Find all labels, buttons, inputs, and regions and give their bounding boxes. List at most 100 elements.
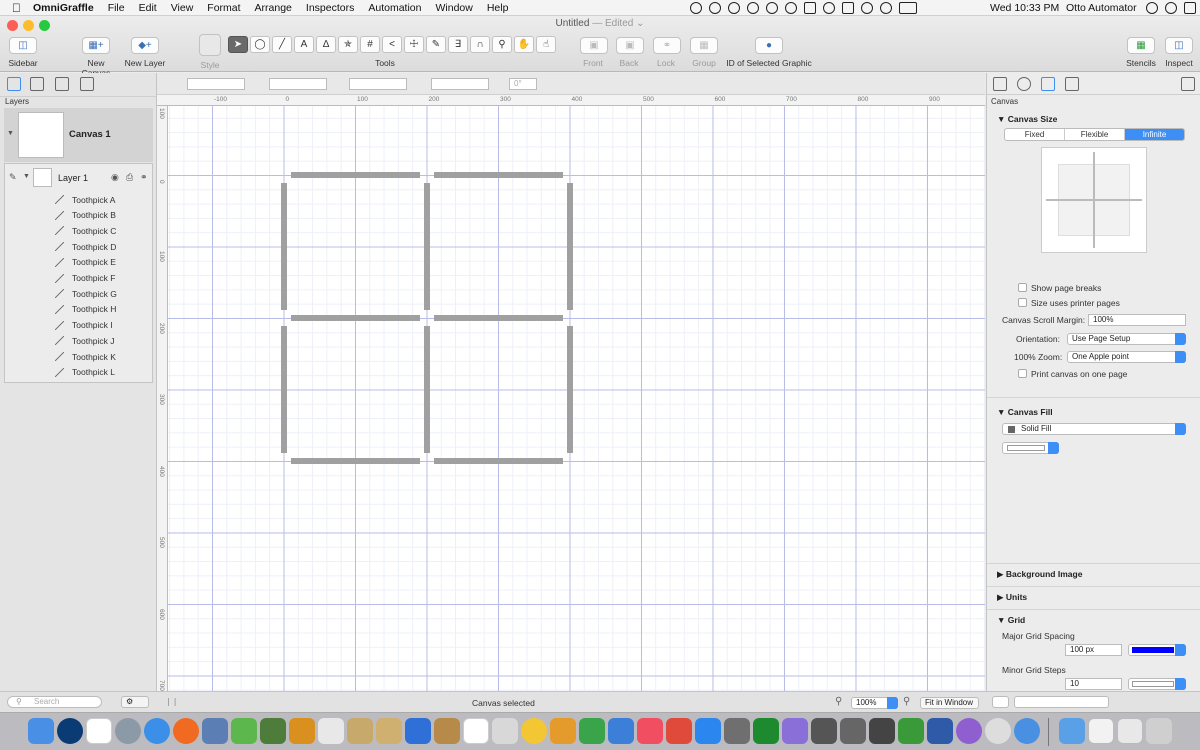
- wifi-icon[interactable]: [861, 2, 873, 14]
- grid-section[interactable]: ▼ Grid: [997, 615, 1025, 625]
- menu-inspectors[interactable]: Inspectors: [306, 2, 354, 14]
- xcode-icon[interactable]: [405, 718, 431, 744]
- numbers-icon[interactable]: [579, 718, 605, 744]
- browse-tool-icon[interactable]: ☝: [536, 36, 556, 53]
- object-inspector-icon[interactable]: [993, 77, 1007, 91]
- books-icon[interactable]: [666, 718, 692, 744]
- network-utility-icon[interactable]: [811, 718, 837, 744]
- script-editor-icon[interactable]: [347, 718, 373, 744]
- menu-view[interactable]: View: [171, 2, 194, 14]
- rotation-field[interactable]: 0°: [509, 78, 537, 90]
- style-tray-field[interactable]: [1014, 696, 1109, 708]
- minor-grid-field[interactable]: 10: [1065, 678, 1122, 690]
- toothpick-middle-right[interactable]: [434, 315, 563, 321]
- selection-tool-icon[interactable]: ➤: [228, 36, 248, 53]
- sync-icon[interactable]: [709, 2, 721, 14]
- gear-menu[interactable]: ⚙: [121, 696, 149, 708]
- fill-color-well[interactable]: [1002, 442, 1059, 454]
- toothpick-middle-left[interactable]: [291, 315, 420, 321]
- battery-icon[interactable]: [899, 2, 917, 14]
- canvas-fill-section[interactable]: ▼ Canvas Fill: [997, 407, 1053, 417]
- toothpick-right-lower[interactable]: [567, 326, 573, 453]
- style-brush-icon[interactable]: ✎: [426, 36, 446, 53]
- layer-item[interactable]: Toothpick J: [55, 333, 115, 348]
- zoom-tool-icon[interactable]: ⚲: [492, 36, 512, 53]
- zoom-select[interactable]: One Apple point: [1067, 351, 1186, 363]
- zoom-out-icon[interactable]: ⚲: [835, 696, 842, 707]
- play-icon[interactable]: [690, 2, 702, 14]
- menu-window[interactable]: Window: [435, 2, 472, 14]
- applications-folder-icon[interactable]: [1059, 718, 1085, 744]
- stencils-button[interactable]: ▦ Stencils: [1124, 37, 1158, 68]
- magnet-tool2-icon[interactable]: ∩: [470, 36, 490, 53]
- documents-stack-icon[interactable]: [1117, 718, 1143, 744]
- preview-icon[interactable]: [202, 718, 228, 744]
- terminal-icon[interactable]: [869, 718, 895, 744]
- grid-tab-icon[interactable]: [80, 77, 94, 91]
- mode-fixed[interactable]: Fixed: [1005, 129, 1065, 140]
- disclosure-triangle-icon[interactable]: ▼: [7, 130, 14, 137]
- show-page-breaks-checkbox[interactable]: [1018, 283, 1027, 292]
- omnioutliner-icon[interactable]: [260, 718, 286, 744]
- x-field[interactable]: [187, 78, 245, 90]
- menu-automation[interactable]: Automation: [368, 2, 421, 14]
- trash-icon[interactable]: [1146, 718, 1172, 744]
- search-field[interactable]: ⚲ Search: [7, 696, 102, 708]
- minor-grid-color[interactable]: [1128, 678, 1186, 690]
- reminders-icon[interactable]: [492, 718, 518, 744]
- toothpick-right-upper[interactable]: [567, 183, 573, 310]
- drawing-canvas[interactable]: [168, 106, 985, 691]
- sidebar-button[interactable]: ◫ Sidebar: [6, 37, 40, 68]
- canvas-size-section[interactable]: ▼ Canvas Size: [997, 114, 1057, 124]
- fill-type-select[interactable]: Solid Fill: [1002, 423, 1186, 435]
- layer-item[interactable]: Toothpick C: [55, 223, 116, 238]
- mode-infinite[interactable]: Infinite: [1125, 129, 1184, 140]
- toothpick-center-lower[interactable]: [424, 326, 430, 453]
- contacts-icon[interactable]: [376, 718, 402, 744]
- hand-tool-icon[interactable]: ✋: [514, 36, 534, 53]
- feedback-icon[interactable]: [956, 718, 982, 744]
- document-inspector-icon[interactable]: [1065, 77, 1079, 91]
- menu-help[interactable]: Help: [487, 2, 509, 14]
- launchpad-icon[interactable]: [115, 718, 141, 744]
- evernote-icon[interactable]: [753, 718, 779, 744]
- style-tray-button[interactable]: [992, 696, 1009, 708]
- units-section[interactable]: ▶ Units: [997, 592, 1027, 603]
- resize-handle-icon[interactable]: ❘❘: [165, 697, 178, 706]
- background-image-section[interactable]: ▶ Background Image: [997, 569, 1082, 580]
- siri-icon[interactable]: [57, 718, 83, 744]
- apple-menu-icon[interactable]: : [12, 1, 21, 15]
- layer-item[interactable]: Toothpick I: [55, 318, 113, 333]
- print-icon[interactable]: ⎙: [126, 172, 133, 183]
- menu-arrange[interactable]: Arrange: [255, 2, 292, 14]
- list-icon[interactable]: [1184, 2, 1196, 14]
- layers-tab-icon[interactable]: [7, 77, 21, 91]
- major-grid-color[interactable]: [1128, 644, 1186, 656]
- cursor-icon[interactable]: [766, 2, 778, 14]
- disk-utility-icon[interactable]: [840, 718, 866, 744]
- icloud-icon[interactable]: [86, 718, 112, 744]
- notebook-icon[interactable]: [434, 718, 460, 744]
- layer-item[interactable]: Toothpick F: [55, 271, 115, 286]
- pen-tool-icon[interactable]: ∆: [316, 36, 336, 53]
- mode-flexible[interactable]: Flexible: [1065, 129, 1125, 140]
- pages-icon[interactable]: [550, 718, 576, 744]
- calendar-icon[interactable]: [463, 718, 489, 744]
- cloud-icon[interactable]: [728, 2, 740, 14]
- layer-item[interactable]: Toothpick A: [55, 192, 115, 207]
- menu-omnigraffle[interactable]: OmniGraffle: [33, 2, 94, 14]
- toothpick-left-lower[interactable]: [281, 326, 287, 453]
- bbedit-icon[interactable]: [985, 718, 1011, 744]
- lock-layer-icon[interactable]: ⚭: [140, 172, 148, 183]
- chevron-icon[interactable]: [785, 2, 797, 14]
- firefox-icon[interactable]: [173, 718, 199, 744]
- inspect-button[interactable]: ◫ Inspect: [1162, 37, 1196, 68]
- magnet-tool-icon[interactable]: ∃: [448, 36, 468, 53]
- photos-icon[interactable]: [521, 718, 547, 744]
- screen-sharing-icon[interactable]: [927, 718, 953, 744]
- visibility-eye-icon[interactable]: ◉: [111, 172, 119, 183]
- major-grid-field[interactable]: 100 px: [1065, 644, 1122, 656]
- scroll-margin-field[interactable]: 100%: [1088, 314, 1186, 326]
- menubar-clock[interactable]: Wed 10:33 PM: [990, 0, 1059, 16]
- music-icon[interactable]: [637, 718, 663, 744]
